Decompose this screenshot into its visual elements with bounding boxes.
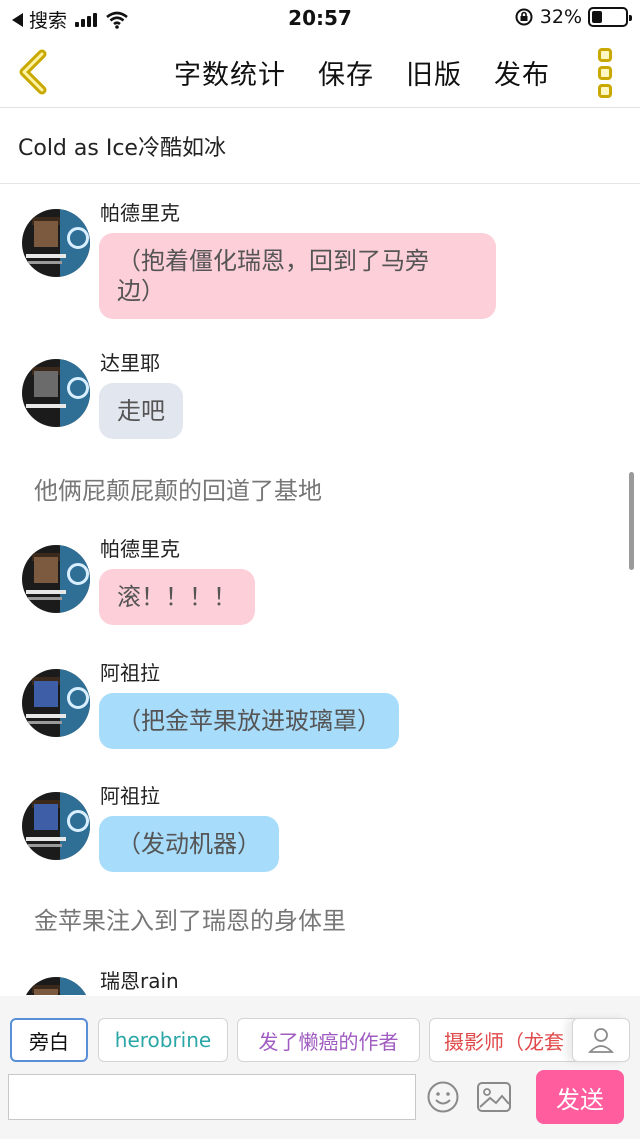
avatar-emblem bbox=[60, 977, 90, 995]
avatar-caption bbox=[28, 721, 62, 724]
more-dot bbox=[598, 84, 612, 98]
avatar[interactable] bbox=[22, 209, 90, 277]
person-icon bbox=[588, 1028, 614, 1053]
avatar-face bbox=[34, 557, 58, 583]
narration-text[interactable]: 他俩屁颠屁颠的回道了基地 bbox=[34, 471, 322, 506]
message-text: （把金苹果放进玻璃罩） bbox=[117, 707, 381, 735]
avatar[interactable] bbox=[22, 545, 90, 613]
input-row: 发送 bbox=[0, 1070, 640, 1124]
avatar-caption bbox=[28, 844, 62, 847]
avatar-face bbox=[34, 804, 58, 830]
role-chip-photographer[interactable]: 摄影师（龙套 bbox=[429, 1018, 579, 1062]
emoji-icon[interactable] bbox=[426, 1080, 460, 1114]
message-bubble[interactable]: （发动机器） bbox=[99, 816, 279, 872]
speaker-name: 阿祖拉 bbox=[100, 784, 160, 808]
save-button[interactable]: 保存 bbox=[318, 53, 374, 92]
avatar-emblem bbox=[60, 209, 90, 277]
avatar-emblem bbox=[60, 792, 90, 860]
old-version-button[interactable]: 旧版 bbox=[406, 53, 462, 92]
avatar-caption bbox=[26, 714, 66, 718]
avatar-emblem bbox=[60, 669, 90, 737]
nav-bar: 字数统计 保存 旧版 发布 bbox=[0, 36, 640, 108]
publish-button[interactable]: 发布 bbox=[494, 53, 550, 92]
message-bubble[interactable]: （把金苹果放进玻璃罩） bbox=[99, 693, 399, 749]
story-title: Cold as Ice冷酷如冰 bbox=[18, 135, 226, 161]
status-bar: 搜索 20:57 32% bbox=[0, 0, 640, 36]
more-vertical-icon[interactable] bbox=[598, 48, 616, 98]
battery-fill bbox=[592, 11, 603, 23]
speaker-name: 达里耶 bbox=[100, 351, 160, 375]
more-dot bbox=[598, 48, 612, 62]
status-right: 32% bbox=[514, 6, 632, 28]
avatar-face bbox=[34, 989, 58, 995]
speaker-name: 帕德里克 bbox=[100, 537, 180, 561]
avatar[interactable] bbox=[22, 792, 90, 860]
message-input[interactable] bbox=[8, 1074, 416, 1120]
avatar-emblem bbox=[60, 359, 90, 427]
chat-scrollbar[interactable] bbox=[629, 472, 634, 570]
role-chip-herobrine[interactable]: herobrine bbox=[98, 1018, 228, 1062]
avatar-caption bbox=[26, 590, 66, 594]
role-selector: 旁白 herobrine 发了懒癌的作者 摄影师（龙套 bbox=[0, 1018, 640, 1062]
battery-tip bbox=[629, 15, 632, 21]
more-dot bbox=[598, 66, 612, 80]
story-title-row[interactable]: Cold as Ice冷酷如冰 bbox=[0, 108, 640, 184]
avatar[interactable] bbox=[22, 359, 90, 427]
message-text: （发动机器） bbox=[117, 830, 261, 858]
avatar-face bbox=[34, 221, 58, 247]
image-icon[interactable] bbox=[476, 1080, 512, 1114]
avatar-caption bbox=[28, 597, 62, 600]
avatar[interactable] bbox=[22, 977, 90, 995]
message-text: 走吧 bbox=[117, 397, 165, 425]
avatar-caption bbox=[26, 837, 66, 841]
message-bubble[interactable]: 滚！！！！ bbox=[99, 569, 255, 625]
message-bubble[interactable]: （抱着僵化瑞恩，回到了马旁 边） bbox=[99, 233, 496, 319]
avatar-face bbox=[34, 681, 58, 707]
role-profile-button[interactable] bbox=[572, 1018, 630, 1062]
composer-panel: 旁白 herobrine 发了懒癌的作者 摄影师（龙套 发送 bbox=[0, 996, 640, 1139]
message-text: 边） bbox=[117, 277, 165, 305]
back-chevron-icon[interactable] bbox=[14, 48, 54, 96]
avatar[interactable] bbox=[22, 669, 90, 737]
message-text: 滚！！！！ bbox=[117, 583, 237, 611]
speaker-name: 帕德里克 bbox=[100, 201, 180, 225]
avatar-emblem bbox=[60, 545, 90, 613]
speaker-name: 瑞恩rain bbox=[100, 969, 179, 993]
avatar-caption bbox=[26, 404, 66, 408]
battery-percent: 32% bbox=[539, 6, 582, 28]
nav-actions: 字数统计 保存 旧版 发布 bbox=[174, 36, 550, 108]
chat-area[interactable]: 帕德里克 （抱着僵化瑞恩，回到了马旁 边） 达里耶 走吧 他俩屁颠屁颠的回道了基… bbox=[0, 185, 640, 995]
narration-text[interactable]: 金苹果注入到了瑞恩的身体里 bbox=[34, 901, 346, 936]
avatar-caption bbox=[28, 261, 62, 264]
word-count-button[interactable]: 字数统计 bbox=[174, 53, 286, 92]
avatar-face bbox=[34, 371, 58, 397]
speaker-name: 阿祖拉 bbox=[100, 661, 160, 685]
role-chip-author[interactable]: 发了懒癌的作者 bbox=[237, 1018, 420, 1062]
message-text: （抱着僵化瑞恩，回到了马旁 bbox=[117, 247, 429, 275]
battery-icon bbox=[588, 7, 632, 27]
orientation-lock-icon bbox=[515, 8, 533, 26]
avatar-caption bbox=[26, 254, 66, 258]
message-bubble[interactable]: 走吧 bbox=[99, 383, 183, 439]
role-chip-narrator[interactable]: 旁白 bbox=[10, 1018, 88, 1062]
send-button[interactable]: 发送 bbox=[536, 1070, 624, 1124]
